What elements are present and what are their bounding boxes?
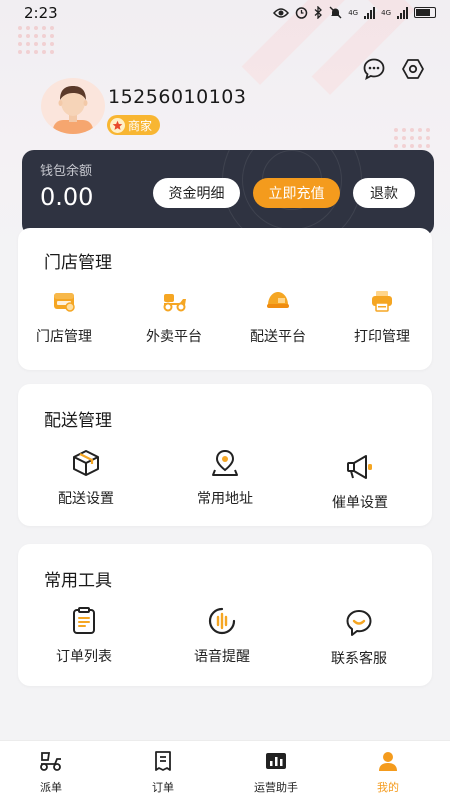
menu-label: 常用地址 xyxy=(197,491,253,507)
store-management-card: 门店管理 门店管理 外卖平台 配送平台 打印管理 xyxy=(18,228,432,370)
menu-label: 语音提醒 xyxy=(194,649,250,665)
status-icons: 4G 4G xyxy=(273,6,436,19)
menu-label: 打印管理 xyxy=(354,329,410,345)
wallet-amount: 0.00 xyxy=(40,183,94,211)
nav-label: 运营助手 xyxy=(254,781,298,794)
menu-item-common-address[interactable]: 常用地址 xyxy=(175,448,275,508)
package-icon xyxy=(71,448,101,478)
avatar[interactable] xyxy=(41,78,105,134)
recharge-button[interactable]: 立即充值 xyxy=(253,178,340,208)
helmet-icon xyxy=(263,286,293,316)
nav-operations-assistant[interactable]: 运营助手 xyxy=(236,749,316,795)
nav-mine[interactable]: 我的 xyxy=(348,749,428,795)
signal-icon xyxy=(397,6,408,19)
nav-orders[interactable]: 订单 xyxy=(123,749,203,795)
dispatch-icon xyxy=(39,749,63,773)
menu-item-delivery-settings[interactable]: 配送设置 xyxy=(36,448,136,508)
eye-icon xyxy=(273,7,290,18)
nav-label: 派单 xyxy=(40,781,62,794)
chart-icon xyxy=(264,749,288,773)
network-label: 4G xyxy=(348,8,359,17)
signal-icon xyxy=(364,6,376,19)
settings-button[interactable] xyxy=(400,56,426,82)
badge-label: 商家 xyxy=(128,118,153,133)
menu-item-dispatch-platform[interactable]: 配送平台 xyxy=(228,286,328,346)
nav-label: 订单 xyxy=(152,781,174,794)
menu-label: 订单列表 xyxy=(56,649,112,665)
menu-label: 配送设置 xyxy=(58,491,114,507)
menu-label: 催单设置 xyxy=(332,495,388,511)
alarm-icon xyxy=(295,7,308,19)
mute-icon xyxy=(329,6,342,19)
nav-dispatch[interactable]: 派单 xyxy=(11,749,91,795)
menu-label: 联系客服 xyxy=(331,651,387,667)
network-label: 4G xyxy=(381,8,391,17)
menu-label: 门店管理 xyxy=(36,329,92,345)
section-title: 配送管理 xyxy=(44,411,112,431)
battery-icon xyxy=(414,7,436,18)
menu-label: 配送平台 xyxy=(250,329,306,345)
wallet-label: 钱包余额 xyxy=(40,164,93,179)
decor-dots xyxy=(18,26,54,54)
menu-item-voice-reminder[interactable]: 语音提醒 xyxy=(172,606,272,666)
status-time: 2:23 xyxy=(24,4,58,22)
menu-item-reminder-settings[interactable]: 催单设置 xyxy=(310,452,410,512)
profile-icon xyxy=(376,749,400,773)
status-bar: 2:23 4G 4G xyxy=(0,0,450,30)
message-button[interactable] xyxy=(361,56,387,82)
menu-item-store-management[interactable]: 门店管理 xyxy=(14,286,114,346)
bluetooth-icon xyxy=(314,6,323,19)
menu-label: 外卖平台 xyxy=(146,329,202,345)
hexagon-settings-icon xyxy=(402,59,424,79)
decor-dots xyxy=(394,128,430,148)
section-title: 常用工具 xyxy=(44,571,112,591)
clipboard-icon xyxy=(69,606,99,636)
delivery-management-card: 配送管理 配送设置 常用地址 催单设置 xyxy=(18,384,432,526)
wallet-card: 钱包余额 0.00 资金明细 立即充值 退款 xyxy=(22,150,434,236)
scooter-icon xyxy=(159,286,189,316)
nav-label: 我的 xyxy=(377,781,399,794)
store-icon xyxy=(49,286,79,316)
bottom-navigation: 派单 订单 运营助手 我的 xyxy=(0,740,450,800)
location-icon xyxy=(210,448,240,478)
voice-icon xyxy=(207,606,237,636)
order-icon xyxy=(151,749,175,773)
menu-item-order-list[interactable]: 订单列表 xyxy=(34,606,134,666)
star-icon xyxy=(110,117,125,133)
printer-icon xyxy=(367,286,397,316)
menu-item-print-management[interactable]: 打印管理 xyxy=(332,286,432,346)
fund-details-button[interactable]: 资金明细 xyxy=(153,178,240,208)
merchant-badge: 商家 xyxy=(107,115,161,135)
chat-bubble-icon xyxy=(363,58,385,81)
refund-button[interactable]: 退款 xyxy=(353,178,415,208)
common-tools-card: 常用工具 订单列表 语音提醒 联系客服 xyxy=(18,544,432,686)
user-phone: 15256010103 xyxy=(108,86,247,108)
customer-service-icon xyxy=(344,608,374,638)
menu-item-customer-service[interactable]: 联系客服 xyxy=(309,608,409,668)
megaphone-icon xyxy=(345,452,375,482)
menu-item-delivery-platform[interactable]: 外卖平台 xyxy=(124,286,224,346)
section-title: 门店管理 xyxy=(44,253,112,273)
